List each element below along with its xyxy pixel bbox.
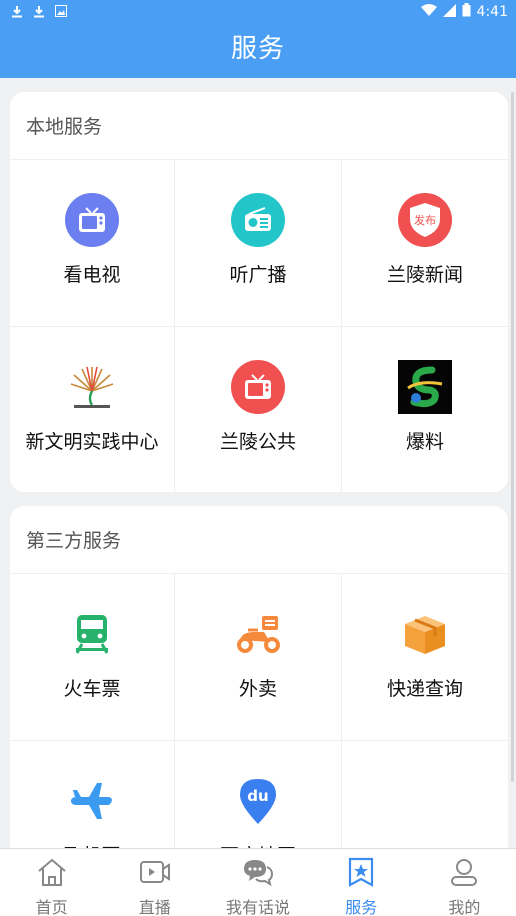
baidu-map-icon: du [230,773,286,829]
chat-icon [241,857,275,891]
service-star-icon [346,857,376,891]
image-icon [54,4,68,18]
status-time: 4:41 [476,4,508,20]
tab-mine[interactable]: 我的 [413,849,516,916]
report-logo [397,359,453,415]
service-label: 快递查询 [386,678,463,700]
local-services-card: 本地服务 看电视 听广播 发布 兰陵新闻 新文明实践中心 兰陵公共 爆料 [10,92,508,492]
service-label: 看电视 [63,264,121,286]
home-icon [36,857,68,891]
tab-label: 首页 [35,898,68,916]
status-notifications [10,4,68,18]
service-lanling-news[interactable]: 发布 兰陵新闻 [342,160,508,327]
status-system: 4:41 [420,3,508,21]
service-label: 爆料 [405,431,444,453]
service-listen-radio[interactable]: 听广播 [175,160,342,327]
tab-talk[interactable]: 我有话说 [206,849,309,916]
app-bar: 服务 [0,24,516,78]
service-label: 火车票 [63,678,121,700]
wifi-icon [420,3,437,21]
scooter-icon [230,606,286,662]
service-express-query[interactable]: 快递查询 [342,574,508,741]
service-label: 外卖 [238,678,277,700]
news-shield-icon: 发布 [398,193,452,247]
tv-icon [65,193,119,247]
section-heading: 第三方服务 [10,506,508,574]
tab-live[interactable]: 直播 [103,849,206,916]
radio-icon [231,193,285,247]
download-icon [32,4,46,18]
battery-icon [462,3,471,21]
local-services-grid: 看电视 听广播 发布 兰陵新闻 新文明实践中心 兰陵公共 爆料 [10,160,508,492]
tab-label: 我的 [448,898,481,916]
tab-services[interactable]: 服务 [310,849,413,916]
tab-label: 我有话说 [226,898,291,916]
service-train-ticket[interactable]: 火车票 [10,574,175,741]
civilization-center-logo [64,359,120,415]
tab-home[interactable]: 首页 [0,849,103,916]
bottom-tab-bar: 首页 直播 我有话说 服务 我的 [0,848,516,916]
page-title: 服务 [230,34,285,64]
signal-icon [442,3,456,21]
package-icon [397,606,453,662]
airplane-icon [64,773,120,829]
download-icon [10,4,24,18]
scrollbar[interactable] [511,92,514,782]
news-badge-text: 发布 [414,213,436,227]
service-civilization-center[interactable]: 新文明实践中心 [10,327,175,492]
service-label: 兰陵公共 [219,431,296,453]
status-bar: 4:41 [0,0,516,24]
service-label: 兰陵新闻 [386,264,463,286]
tv-icon [231,360,285,414]
service-takeout[interactable]: 外卖 [175,574,342,741]
third-party-services-card: 第三方服务 火车票 外卖 快递查询 du [10,506,508,906]
tab-label: 服务 [345,898,378,916]
train-icon [64,606,120,662]
service-lanling-public[interactable]: 兰陵公共 [175,327,342,492]
section-heading: 本地服务 [10,92,508,160]
service-label: 新文明实践中心 [25,431,159,453]
user-icon [449,857,479,891]
service-report[interactable]: 爆料 [342,327,508,492]
service-label: 听广播 [229,264,287,286]
service-watch-tv[interactable]: 看电视 [10,160,175,327]
baidu-logo-text: du [247,787,268,805]
tab-label: 直播 [138,898,171,916]
video-icon [139,857,171,891]
